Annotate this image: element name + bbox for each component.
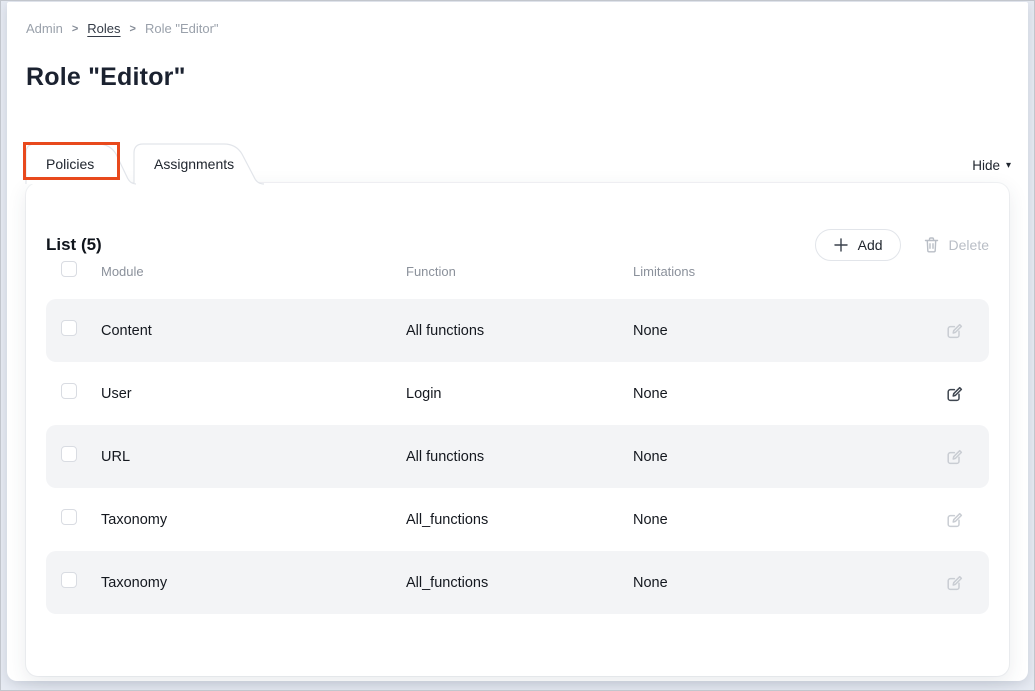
breadcrumb-item-roles[interactable]: Roles bbox=[87, 21, 120, 36]
list-toolbar: List (5) Add Delete bbox=[46, 183, 989, 261]
edit-cell bbox=[934, 321, 974, 341]
checkbox-cell bbox=[61, 509, 101, 530]
policies-panel: List (5) Add Delete bbox=[26, 183, 1009, 676]
cell-limitations: None bbox=[633, 512, 934, 528]
table-row: Taxonomy All_functions None bbox=[46, 488, 989, 551]
row-checkbox[interactable] bbox=[61, 509, 77, 525]
table-row: Taxonomy All_functions None bbox=[46, 551, 989, 614]
edit-cell bbox=[934, 573, 974, 593]
cell-limitations: None bbox=[633, 386, 934, 402]
edit-icon[interactable] bbox=[944, 510, 964, 530]
edit-cell bbox=[934, 384, 974, 404]
checkbox-cell bbox=[61, 572, 101, 593]
edit-icon[interactable] bbox=[944, 321, 964, 341]
table-row: URL All functions None bbox=[46, 425, 989, 488]
page-panel: Admin > Roles > Role "Editor" Role "Edit… bbox=[7, 2, 1028, 681]
edit-cell bbox=[934, 447, 974, 467]
plus-icon bbox=[833, 237, 849, 253]
add-button-label: Add bbox=[858, 237, 883, 253]
delete-button[interactable]: Delete bbox=[923, 236, 989, 254]
column-header-module: Module bbox=[101, 264, 406, 279]
breadcrumb-item-admin[interactable]: Admin bbox=[26, 21, 63, 36]
cell-module: URL bbox=[101, 449, 406, 465]
breadcrumb: Admin > Roles > Role "Editor" bbox=[26, 21, 219, 36]
toolbar-actions: Add Delete bbox=[815, 229, 989, 261]
cell-limitations: None bbox=[633, 323, 934, 339]
table-header: Module Function Limitations bbox=[46, 261, 989, 281]
edit-icon[interactable] bbox=[944, 573, 964, 593]
cell-module: Content bbox=[101, 323, 406, 339]
app-window: Admin > Roles > Role "Editor" Role "Edit… bbox=[0, 0, 1035, 691]
column-header-function: Function bbox=[406, 264, 633, 279]
edit-icon[interactable] bbox=[944, 447, 964, 467]
cell-function: All_functions bbox=[406, 512, 633, 528]
hide-toggle[interactable]: Hide ▾ bbox=[972, 158, 1011, 173]
row-checkbox[interactable] bbox=[61, 383, 77, 399]
cell-module: Taxonomy bbox=[101, 512, 406, 528]
delete-button-label: Delete bbox=[949, 237, 989, 253]
list-heading: List (5) bbox=[46, 235, 102, 255]
column-header-limitations: Limitations bbox=[633, 264, 934, 279]
select-all-cell bbox=[61, 261, 101, 282]
trash-icon bbox=[923, 236, 940, 254]
row-checkbox[interactable] bbox=[61, 320, 77, 336]
checkbox-cell bbox=[61, 320, 101, 341]
edit-cell bbox=[934, 510, 974, 530]
add-button[interactable]: Add bbox=[815, 229, 901, 261]
page-title: Role "Editor" bbox=[26, 63, 186, 92]
policies-table-body: Content All functions None User Login No… bbox=[46, 299, 989, 614]
row-checkbox[interactable] bbox=[61, 446, 77, 462]
table-row: User Login None bbox=[46, 362, 989, 425]
hide-toggle-label: Hide bbox=[972, 158, 1000, 173]
table-row: Content All functions None bbox=[46, 299, 989, 362]
cell-function: All functions bbox=[406, 323, 633, 339]
cell-module: User bbox=[101, 386, 406, 402]
tab-assignments-label: Assignments bbox=[134, 144, 234, 184]
tab-policies[interactable]: Policies bbox=[26, 144, 134, 184]
breadcrumb-item-current: Role "Editor" bbox=[145, 21, 219, 36]
breadcrumb-separator: > bbox=[130, 23, 136, 35]
tab-policies-label: Policies bbox=[26, 144, 94, 184]
cell-limitations: None bbox=[633, 575, 934, 591]
breadcrumb-separator: > bbox=[72, 23, 78, 35]
tab-bar: Policies Assignments bbox=[26, 144, 264, 184]
select-all-checkbox[interactable] bbox=[61, 261, 77, 277]
edit-icon[interactable] bbox=[944, 384, 964, 404]
cell-function: All_functions bbox=[406, 575, 633, 591]
tab-assignments[interactable]: Assignments bbox=[134, 144, 264, 184]
row-checkbox[interactable] bbox=[61, 572, 77, 588]
cell-module: Taxonomy bbox=[101, 575, 406, 591]
cell-function: Login bbox=[406, 386, 633, 402]
chevron-down-icon: ▾ bbox=[1006, 161, 1011, 171]
checkbox-cell bbox=[61, 383, 101, 404]
cell-limitations: None bbox=[633, 449, 934, 465]
cell-function: All functions bbox=[406, 449, 633, 465]
checkbox-cell bbox=[61, 446, 101, 467]
